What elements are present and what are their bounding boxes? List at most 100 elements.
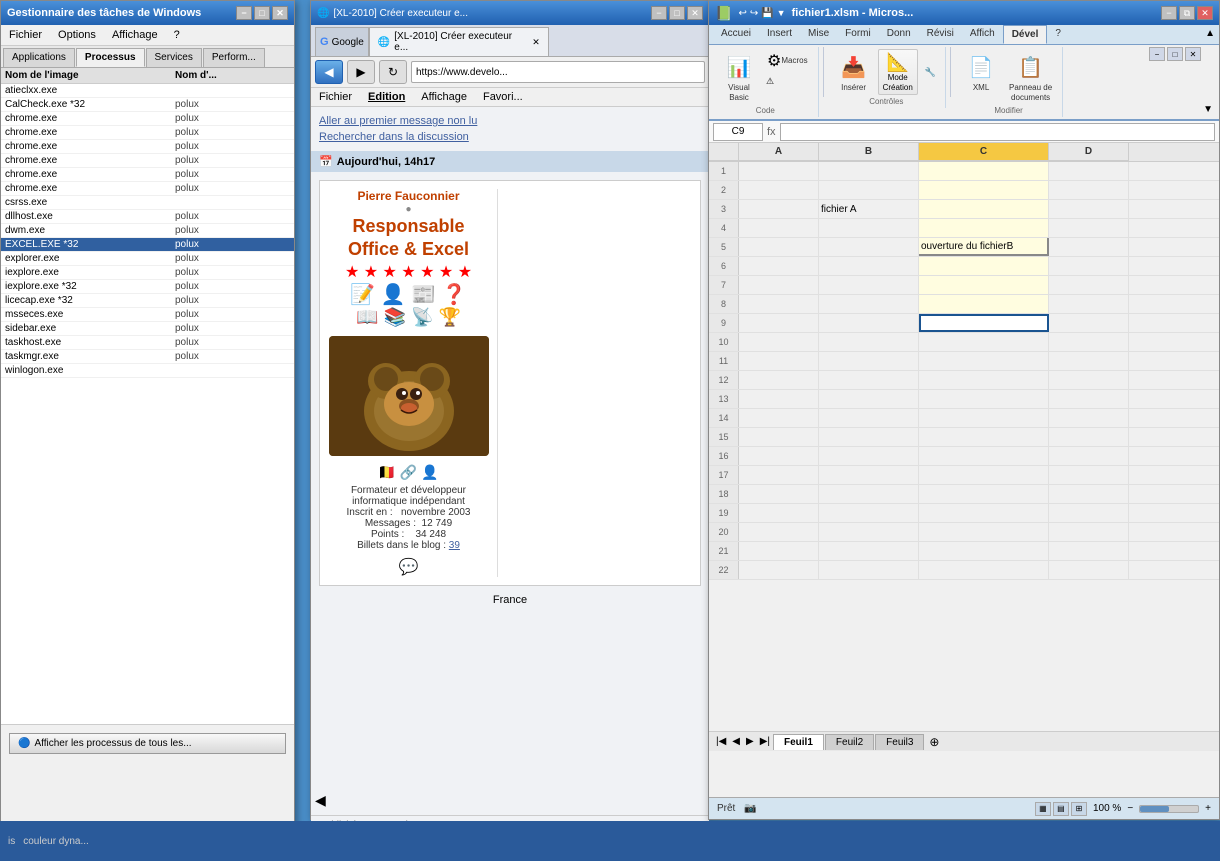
cell-a13[interactable]: [739, 390, 819, 408]
row-header-8[interactable]: 8: [709, 295, 739, 313]
cell-d5[interactable]: [1049, 238, 1129, 256]
cell-b16[interactable]: [819, 447, 919, 465]
table-row[interactable]: iexplore.exepolux: [1, 266, 294, 280]
cell-b8[interactable]: [819, 295, 919, 313]
zoom-slider[interactable]: [1139, 805, 1199, 813]
cell-a9[interactable]: [739, 314, 819, 332]
table-row[interactable]: taskhost.exepolux: [1, 336, 294, 350]
cell-d13[interactable]: [1049, 390, 1129, 408]
table-row[interactable]: chrome.exepolux: [1, 112, 294, 126]
cell-d21[interactable]: [1049, 542, 1129, 560]
visual-basic-button[interactable]: 📊 VisualBasic: [719, 49, 759, 104]
nav-link-first-message[interactable]: Aller au premier message non lu: [319, 115, 701, 127]
row-header-17[interactable]: 17: [709, 466, 739, 484]
excel-close-button[interactable]: ✕: [1197, 6, 1213, 20]
cell-a10[interactable]: [739, 333, 819, 351]
table-row[interactable]: chrome.exepolux: [1, 140, 294, 154]
menu-fichier[interactable]: Fichier: [315, 89, 356, 105]
cell-b14[interactable]: [819, 409, 919, 427]
redo-icon[interactable]: ↪: [750, 8, 758, 19]
cell-d17[interactable]: [1049, 466, 1129, 484]
cell-d15[interactable]: [1049, 428, 1129, 446]
row-header-10[interactable]: 10: [709, 333, 739, 351]
cell-b15[interactable]: [819, 428, 919, 446]
cell-d1[interactable]: [1049, 162, 1129, 180]
save-icon[interactable]: 💾: [761, 8, 773, 19]
cell-d2[interactable]: [1049, 181, 1129, 199]
cell-a2[interactable]: [739, 181, 819, 199]
cell-a1[interactable]: [739, 162, 819, 180]
browser-minimize-button[interactable]: −: [651, 6, 667, 20]
excel-restore-button[interactable]: ⧉: [1179, 6, 1195, 20]
row-header-6[interactable]: 6: [709, 257, 739, 275]
formula-input[interactable]: [780, 123, 1215, 141]
cell-d14[interactable]: [1049, 409, 1129, 427]
row-header-15[interactable]: 15: [709, 428, 739, 446]
page-break-button[interactable]: ⊞: [1071, 802, 1087, 816]
back-button[interactable]: ◀: [315, 60, 343, 84]
cell-b20[interactable]: [819, 523, 919, 541]
row-header-19[interactable]: 19: [709, 504, 739, 522]
cell-a6[interactable]: [739, 257, 819, 275]
row-header-20[interactable]: 20: [709, 523, 739, 541]
cell-a22[interactable]: [739, 561, 819, 579]
table-row[interactable]: taskmgr.exepolux: [1, 350, 294, 364]
cell-c1[interactable]: [919, 162, 1049, 180]
billets-link[interactable]: 39: [449, 540, 460, 551]
page-layout-button[interactable]: ▤: [1053, 802, 1069, 816]
cell-d12[interactable]: [1049, 371, 1129, 389]
cell-c12[interactable]: [919, 371, 1049, 389]
cell-b19[interactable]: [819, 504, 919, 522]
cell-c3[interactable]: [919, 200, 1049, 218]
cell-c15[interactable]: [919, 428, 1049, 446]
cell-a12[interactable]: [739, 371, 819, 389]
cell-a20[interactable]: [739, 523, 819, 541]
cell-b3[interactable]: fichier A: [819, 200, 919, 218]
tab-insert[interactable]: Insert: [759, 25, 800, 44]
table-row[interactable]: chrome.exepolux: [1, 182, 294, 196]
row-header-5[interactable]: 5: [709, 238, 739, 256]
cell-a18[interactable]: [739, 485, 819, 503]
cell-a14[interactable]: [739, 409, 819, 427]
cell-b18[interactable]: [819, 485, 919, 503]
cell-c16[interactable]: [919, 447, 1049, 465]
menu-affichage[interactable]: Affichage: [108, 27, 162, 43]
cell-c7[interactable]: [919, 276, 1049, 294]
post-author[interactable]: Pierre Fauconnier: [328, 189, 489, 203]
tab-performance[interactable]: Perform...: [203, 48, 265, 67]
cell-b21[interactable]: [819, 542, 919, 560]
tab-developpeur[interactable]: Dével: [1003, 25, 1048, 44]
google-tab-label[interactable]: Google: [332, 37, 364, 48]
row-header-12[interactable]: 12: [709, 371, 739, 389]
cell-a21[interactable]: [739, 542, 819, 560]
cell-c14[interactable]: [919, 409, 1049, 427]
cell-d7[interactable]: [1049, 276, 1129, 294]
sheet-tab-feuil3[interactable]: Feuil3: [875, 734, 924, 750]
table-row[interactable]: chrome.exepolux: [1, 126, 294, 140]
cell-d10[interactable]: [1049, 333, 1129, 351]
nav-link-search[interactable]: Rechercher dans la discussion: [319, 131, 701, 143]
macro-security-button[interactable]: ⚠: [763, 75, 812, 88]
cell-c6[interactable]: [919, 257, 1049, 275]
inserer-button[interactable]: 📥 Insérer: [834, 49, 874, 95]
tab-donnees[interactable]: Donn: [879, 25, 919, 44]
undo-icon[interactable]: ↩: [738, 8, 746, 19]
xml-button[interactable]: 📄 XML: [961, 49, 1001, 104]
forward-button[interactable]: ▶: [347, 60, 375, 84]
row-header-7[interactable]: 7: [709, 276, 739, 294]
cell-a4[interactable]: [739, 219, 819, 237]
cell-c21[interactable]: [919, 542, 1049, 560]
show-all-processes-button[interactable]: 🔵 Afficher les processus de tous les...: [9, 733, 286, 754]
cell-c4[interactable]: [919, 219, 1049, 237]
browser-close-button[interactable]: ✕: [687, 6, 703, 20]
menu-edition[interactable]: Edition: [364, 89, 409, 105]
cell-b9[interactable]: [819, 314, 919, 332]
sheet-tab-next[interactable]: ▶: [743, 734, 757, 749]
table-row[interactable]: atieclxx.exe: [1, 84, 294, 98]
inner-restore-button[interactable]: □: [1167, 47, 1183, 61]
sheet-tab-first[interactable]: |◀: [713, 734, 729, 749]
table-row[interactable]: sidebar.exepolux: [1, 322, 294, 336]
properties-button[interactable]: 🔧: [922, 49, 939, 95]
col-header-a[interactable]: A: [739, 143, 819, 161]
col-header-d[interactable]: D: [1049, 143, 1129, 161]
